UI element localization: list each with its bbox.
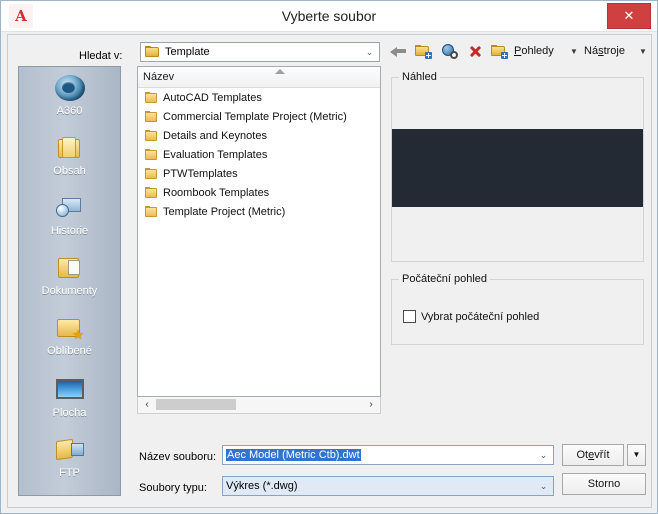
list-item[interactable]: Template Project (Metric) [138,202,380,221]
preview-legend: Náhled [399,71,440,83]
chevron-down-icon[interactable]: ⌄ [538,481,549,492]
list-item[interactable]: PTWTemplates [138,164,380,183]
start-view-legend: Počáteční pohled [399,273,491,285]
file-name: Roombook Templates [163,186,270,199]
place-item-obsah[interactable]: Obsah [19,131,120,178]
file-name: Details and Keynotes [163,129,267,142]
place-item-oblibene[interactable]: ★ Oblíbené [19,311,120,358]
column-header-label: Název [143,71,175,83]
checkbox-label: Vybrat počáteční pohled [421,310,540,323]
ftp-folder-icon [19,433,120,467]
select-file-dialog: A Vyberte soubor ✕ Hledat v: Template ⌄ [0,0,658,514]
place-item-historie[interactable]: Historie [19,191,120,238]
start-view-group: Počáteční pohled Vybrat počáteční pohled [391,273,644,345]
file-name-label: Název souboru: [139,451,217,463]
look-in-label: Hledat v: [79,50,123,62]
look-in-value: Template [165,46,210,58]
place-label: FTP [59,467,80,479]
file-name: Template Project (Metric) [163,205,286,218]
folder-icon [145,148,158,161]
tools-menu-caret[interactable]: ▼ [637,40,647,62]
views-menu[interactable]: Pohledy [514,40,554,62]
file-type-label: Soubory typu: [139,482,207,494]
file-type-select[interactable]: Výkres (*.dwg) ⌄ [222,476,554,496]
place-item-a360[interactable]: A360 [19,71,120,118]
create-new-folder-button[interactable] [491,40,508,62]
place-label: Plocha [52,407,87,419]
list-item[interactable]: Details and Keynotes [138,126,380,145]
folder-icon [145,46,160,61]
documents-folder-icon [19,251,120,285]
file-name-value: Aec Model (Metric Ctb).dwt [226,449,361,461]
chevron-down-icon: ▼ [570,46,578,56]
preview-group: Náhled [391,71,644,262]
place-label: Obsah [53,165,86,177]
preview-image [392,129,643,207]
views-menu-label: Pohledy [514,45,554,57]
title-bar: A Vyberte soubor ✕ [1,1,657,32]
views-menu-caret[interactable]: ▼ [568,40,578,62]
back-button[interactable] [390,40,407,62]
page-title: Vyberte soubor [281,8,377,24]
close-icon[interactable]: ✕ [607,3,651,29]
new-folder-icon [491,45,508,59]
folder-icon [145,167,158,180]
back-arrow-icon [390,44,407,58]
folder-up-icon [415,45,432,59]
red-x-delete-icon [468,44,482,58]
select-start-view-checkbox[interactable]: Vybrat počáteční pohled [403,310,539,323]
place-label: A360 [56,105,83,117]
checkbox-box[interactable] [403,310,416,323]
places-bar: A360 Obsah Historie Dokumenty ★ Oblíbené [18,66,121,496]
folder-icon [145,129,158,142]
scrollbar-thumb[interactable] [156,399,236,410]
sort-ascending-icon [275,69,285,74]
chevron-down-icon[interactable]: ⌄ [364,47,375,58]
list-item[interactable]: AutoCAD Templates [138,88,380,107]
place-item-dokumenty[interactable]: Dokumenty [19,251,120,298]
delete-button[interactable] [468,40,482,62]
look-in-combobox[interactable]: Template ⌄ [140,42,380,62]
file-name-input[interactable]: Aec Model (Metric Ctb).dwt ⌄ [222,445,554,465]
list-item[interactable]: Roombook Templates [138,183,380,202]
search-web-button[interactable] [442,40,458,62]
file-type-value: Výkres (*.dwg) [226,480,298,492]
file-name: AutoCAD Templates [163,91,262,104]
place-label: Dokumenty [41,285,98,297]
folder-icon [145,91,158,104]
file-name: Evaluation Templates [163,148,268,161]
file-list-rows: AutoCAD Templates Commercial Template Pr… [138,88,380,376]
folder-icon [145,110,158,123]
open-dropdown-button[interactable]: ▼ [627,444,646,466]
scroll-left-icon[interactable]: ‹ [139,397,155,412]
place-label: Historie [50,225,89,237]
globe-search-icon [442,44,458,59]
tools-menu-label: Nástroje [584,45,625,57]
place-item-ftp[interactable]: FTP [19,433,120,480]
file-name: Commercial Template Project (Metric) [163,110,347,123]
folder-icon [145,205,158,218]
chevron-down-icon[interactable]: ⌄ [538,450,549,461]
open-button[interactable]: Otevřít [562,444,624,466]
file-name: PTWTemplates [163,167,238,180]
content-folder-icon [19,131,120,165]
list-item[interactable]: Commercial Template Project (Metric) [138,107,380,126]
file-list: Název AutoCAD Templates Commercial Templ… [137,66,381,397]
favorites-star-folder-icon: ★ [19,311,120,345]
list-item[interactable]: Evaluation Templates [138,145,380,164]
desktop-monitor-icon [19,373,120,407]
up-one-level-button[interactable] [415,40,432,62]
scroll-right-icon[interactable]: › [363,397,379,412]
history-clock-icon [19,191,120,225]
cancel-button[interactable]: Storno [562,473,646,495]
folder-icon [145,186,158,199]
tools-menu[interactable]: Nástroje [584,40,625,62]
column-header-name[interactable]: Název [138,67,380,88]
file-list-horizontal-scrollbar[interactable]: ‹ › [137,397,381,414]
chevron-down-icon: ▼ [639,46,647,56]
place-label: Oblíbené [47,345,92,357]
place-item-plocha[interactable]: Plocha [19,373,120,420]
a360-cloud-icon [19,71,120,105]
